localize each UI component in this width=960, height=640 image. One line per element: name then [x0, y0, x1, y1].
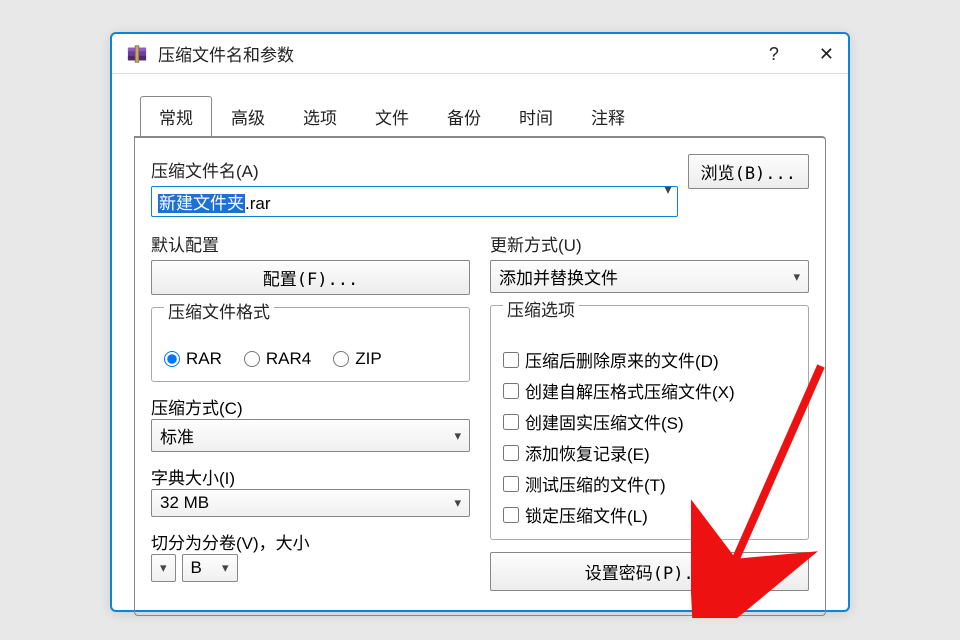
tab-general[interactable]: 常规 — [140, 96, 212, 138]
chevron-down-icon: ▾ — [454, 495, 461, 511]
split-label: 切分为分卷(V)，大小 — [151, 529, 470, 554]
chevron-down-icon: ▾ — [454, 428, 461, 444]
tabs: 常规 高级 选项 文件 备份 时间 注释 — [140, 96, 826, 138]
archive-dialog: 压缩文件名和参数 ? ✕ 常规 高级 选项 文件 备份 时间 注释 压缩文件名(… — [110, 32, 850, 612]
browse-button[interactable]: 浏览(B)... — [688, 154, 809, 189]
filename-suffix: .rar — [245, 194, 271, 213]
tab-backup[interactable]: 备份 — [428, 96, 500, 138]
set-password-button[interactable]: 设置密码(P)... — [490, 552, 809, 591]
format-rar-radio[interactable] — [164, 351, 180, 367]
method-label: 压缩方式(C) — [151, 394, 470, 419]
close-button[interactable]: ✕ — [819, 44, 834, 65]
titlebar: 压缩文件名和参数 ? ✕ — [112, 34, 848, 74]
filename-label: 压缩文件名(A) — [151, 157, 678, 182]
opt-sfx[interactable]: 创建自解压格式压缩文件(X) — [503, 378, 796, 403]
tab-time[interactable]: 时间 — [500, 96, 572, 138]
window-title: 压缩文件名和参数 — [158, 41, 294, 66]
default-profile-label: 默认配置 — [151, 231, 470, 256]
right-column: 更新方式(U) 添加并替换文件▾ 压缩选项 压缩后删除原来的文件(D) 创建自解… — [490, 231, 809, 591]
opt-lock[interactable]: 锁定压缩文件(L) — [503, 502, 796, 527]
chevron-down-icon: ▾ — [793, 269, 800, 285]
method-select[interactable]: 标准▾ — [151, 419, 470, 452]
format-zip[interactable]: ZIP — [333, 349, 381, 369]
format-zip-radio[interactable] — [333, 351, 349, 367]
split-size-combo[interactable]: ▾ — [151, 554, 176, 582]
opt-delete-after[interactable]: 压缩后删除原来的文件(D) — [503, 347, 796, 372]
app-icon — [126, 44, 148, 64]
filename-input[interactable]: 新建文件夹.rar — [151, 186, 678, 217]
dictionary-label: 字典大小(I) — [151, 464, 470, 489]
format-legend: 压缩文件格式 — [164, 298, 274, 323]
chevron-down-icon: ▾ — [222, 560, 229, 576]
dictionary-select[interactable]: 32 MB▾ — [151, 489, 470, 517]
tabpanel-general: 压缩文件名(A) 新建文件夹.rar ▾ 浏览(B)... 默认配置 配置(F)… — [134, 136, 826, 616]
options-fieldset: 压缩选项 压缩后删除原来的文件(D) 创建自解压格式压缩文件(X) 创建固实压缩… — [490, 305, 809, 540]
profiles-button[interactable]: 配置(F)... — [151, 260, 470, 295]
options-legend: 压缩选项 — [503, 296, 579, 321]
update-mode-label: 更新方式(U) — [490, 231, 809, 256]
opt-recovery[interactable]: 添加恢复记录(E) — [503, 440, 796, 465]
opt-solid[interactable]: 创建固实压缩文件(S) — [503, 409, 796, 434]
format-fieldset: 压缩文件格式 RAR RAR4 ZIP — [151, 307, 470, 382]
opt-test[interactable]: 测试压缩的文件(T) — [503, 471, 796, 496]
format-rar4[interactable]: RAR4 — [244, 349, 311, 369]
split-unit-select[interactable]: B▾ — [182, 554, 238, 582]
tab-comment[interactable]: 注释 — [572, 96, 644, 138]
update-mode-select[interactable]: 添加并替换文件▾ — [490, 260, 809, 293]
left-column: 默认配置 配置(F)... 压缩文件格式 RAR RAR4 ZIP 压缩方式(C… — [151, 231, 470, 591]
format-rar[interactable]: RAR — [164, 349, 222, 369]
tab-advanced[interactable]: 高级 — [212, 96, 284, 138]
chevron-down-icon: ▾ — [160, 560, 167, 576]
help-button[interactable]: ? — [769, 44, 779, 65]
tab-files[interactable]: 文件 — [356, 96, 428, 138]
tab-options[interactable]: 选项 — [284, 96, 356, 138]
filename-selected-text: 新建文件夹 — [158, 194, 245, 213]
format-rar4-radio[interactable] — [244, 351, 260, 367]
